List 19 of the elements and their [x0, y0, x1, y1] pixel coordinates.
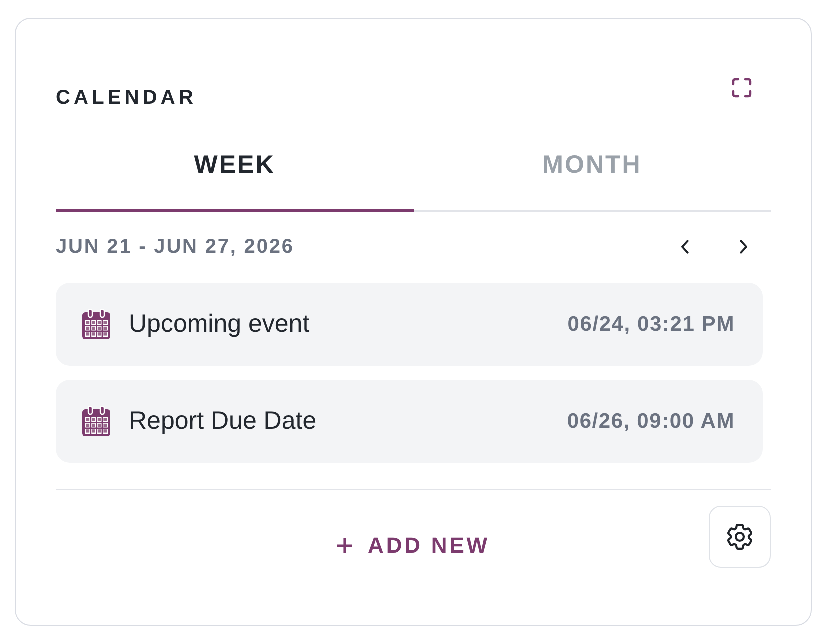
calendar-icon [82, 309, 111, 340]
event-item[interactable]: Report Due Date 06/26, 09:00 AM [56, 380, 763, 463]
event-title: Upcoming event [129, 310, 311, 339]
event-item[interactable]: Upcoming event 06/24, 03:21 PM [56, 283, 763, 366]
event-time: 06/24, 03:21 PM [568, 312, 735, 336]
chevron-right-icon [740, 240, 748, 254]
settings-icon [727, 524, 753, 550]
plus-icon [337, 538, 354, 554]
calendar-icon [82, 406, 111, 437]
settings-button[interactable] [709, 506, 771, 568]
widget-title: CALENDAR [56, 86, 198, 110]
event-title: Report Due Date [129, 407, 318, 436]
chevron-left-icon [681, 240, 689, 254]
expand-icon [732, 78, 752, 98]
expand-button[interactable] [732, 78, 752, 98]
event-time: 06/26, 09:00 AM [567, 410, 735, 434]
tab[interactable]: WEEK [56, 118, 414, 212]
date-range-label: JUN 21 - JUN 27, 2026 [56, 236, 294, 258]
add-new-button[interactable]: ADD NEW [333, 524, 494, 568]
